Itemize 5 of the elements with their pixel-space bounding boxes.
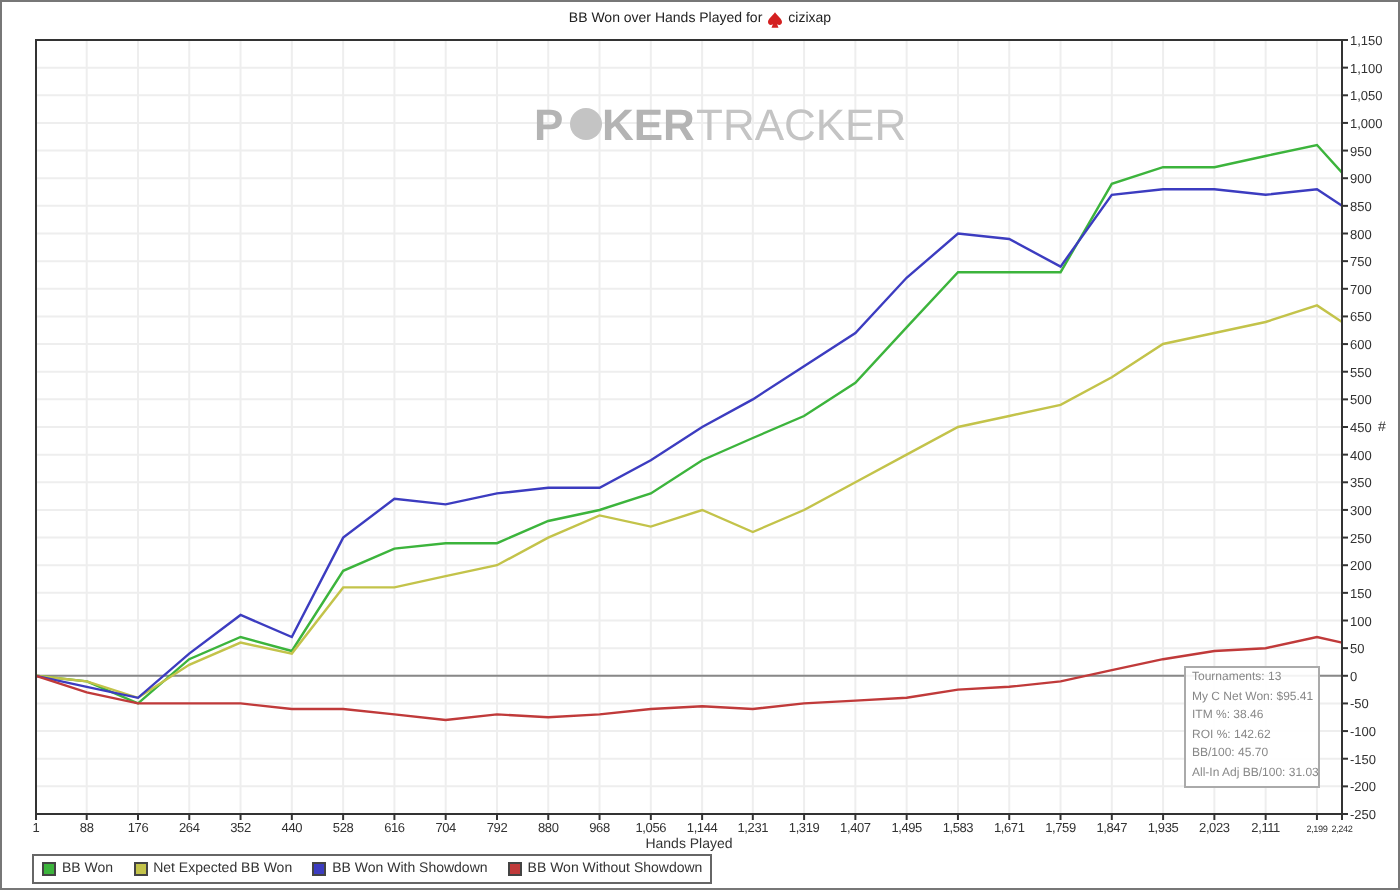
chip-icon (570, 108, 602, 140)
watermark-text: P (534, 100, 564, 150)
spade-icon (768, 11, 783, 27)
watermark-text: KER (602, 100, 695, 150)
watermark-text: TRACKER (696, 100, 907, 150)
